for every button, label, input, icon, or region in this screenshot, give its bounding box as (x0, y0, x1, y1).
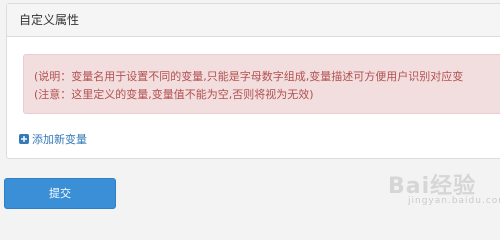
watermark-logo: Bai经验 jingyan.baidu.com (388, 168, 500, 206)
alert-line-note: (注意：这里定义的变量,变量值不能为空,否则将视为无效) (34, 88, 314, 101)
add-variable-label: 添加新变量 (32, 133, 87, 146)
page: 自定义属性 (说明：变量名用于设置不同的变量,只能是字母数字组成,变量描述可方便… (0, 0, 500, 218)
info-alert: (说明：变量名用于设置不同的变量,只能是字母数字组成,变量描述可方便用户识别对应… (23, 54, 500, 114)
add-variable-link[interactable]: 添加新变量 (19, 131, 87, 147)
custom-attributes-panel: 自定义属性 (说明：变量名用于设置不同的变量,只能是字母数字组成,变量描述可方便… (6, 3, 500, 159)
alert-line-description: (说明：变量名用于设置不同的变量,只能是字母数字组成,变量描述可方便用户识别对应… (34, 70, 464, 83)
submit-button[interactable]: 提交 (4, 178, 116, 209)
panel-title: 自定义属性 (7, 4, 500, 37)
watermark-url: jingyan.baidu.com (408, 196, 500, 206)
plus-square-icon (19, 134, 29, 144)
